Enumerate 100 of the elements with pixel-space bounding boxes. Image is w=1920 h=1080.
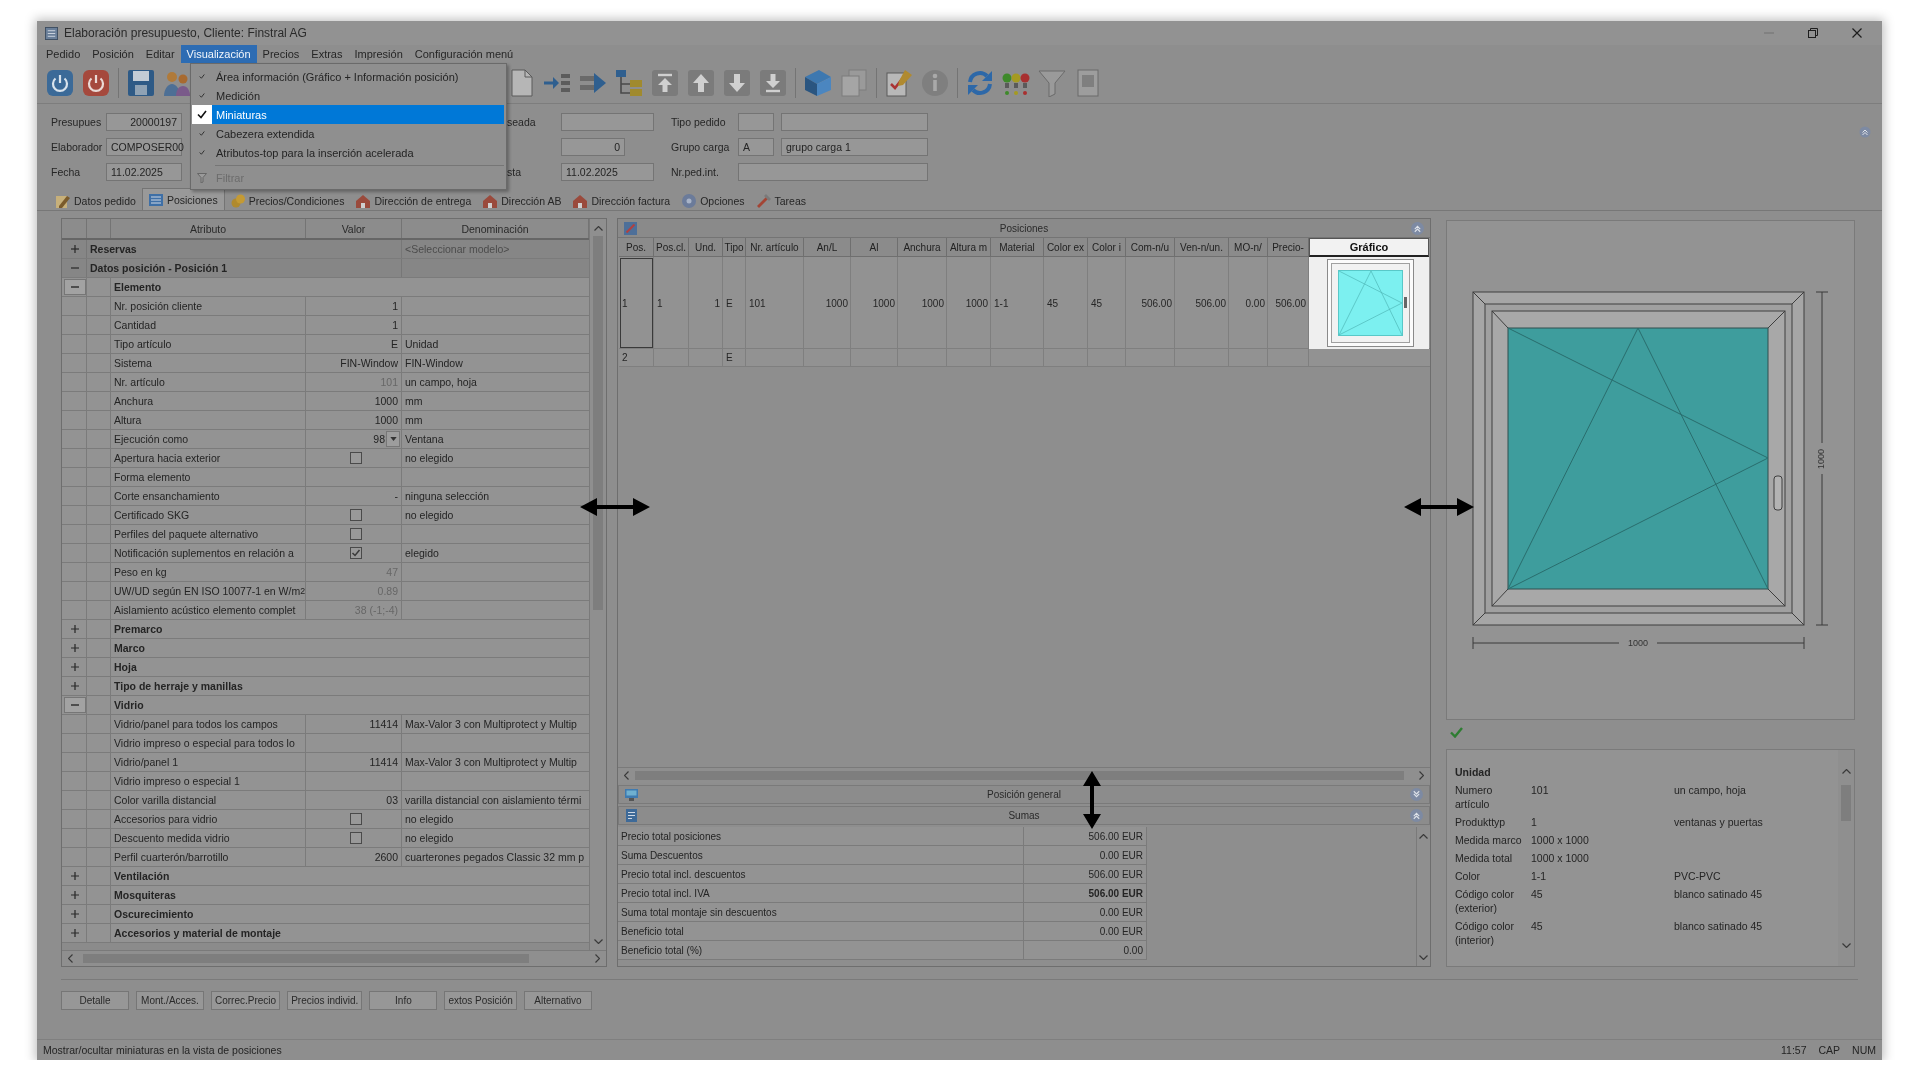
tab[interactable]: Opciones bbox=[676, 192, 751, 210]
panel-header-bar[interactable]: Posición general bbox=[618, 785, 1430, 804]
tab[interactable]: Dirección factura bbox=[567, 192, 677, 210]
input-field[interactable]: 11.02.2025 bbox=[561, 163, 654, 181]
info-icon[interactable] bbox=[921, 69, 949, 97]
checkbox[interactable] bbox=[350, 452, 362, 464]
scroll-up-icon[interactable] bbox=[593, 226, 603, 231]
clipboard-icon[interactable] bbox=[1074, 69, 1102, 97]
menu-item[interactable]: Visualización bbox=[180, 45, 257, 63]
checklist-icon[interactable] bbox=[885, 69, 913, 97]
value-cell[interactable]: FIN-Window bbox=[306, 354, 402, 372]
tab[interactable]: Precios/Condiciones bbox=[224, 192, 351, 210]
input-field[interactable]: COMPOSER00 bbox=[106, 138, 182, 156]
input-field[interactable]: A bbox=[738, 138, 774, 156]
scroll-up-icon[interactable] bbox=[1419, 834, 1428, 839]
input-field[interactable] bbox=[738, 113, 774, 131]
minus-icon[interactable] bbox=[70, 264, 79, 272]
scrollbar-thumb[interactable] bbox=[635, 771, 1404, 780]
column-header[interactable]: Gráfico bbox=[1309, 238, 1429, 257]
checkbox[interactable] bbox=[350, 832, 362, 844]
arrow-to-top-icon[interactable] bbox=[651, 69, 679, 97]
save-icon[interactable] bbox=[127, 69, 155, 97]
value-cell[interactable]: 2600 bbox=[306, 848, 402, 866]
checkbox[interactable] bbox=[350, 528, 362, 540]
scroll-up-icon[interactable] bbox=[1841, 769, 1851, 774]
vertical-scrollbar[interactable] bbox=[1838, 750, 1854, 966]
tree-icon[interactable] bbox=[615, 69, 643, 97]
column-header[interactable]: Nr. artículo bbox=[746, 238, 804, 257]
menu-item[interactable]: Posición bbox=[86, 45, 140, 63]
plus-icon[interactable] bbox=[70, 891, 79, 899]
column-header[interactable]: Color ex bbox=[1044, 238, 1088, 257]
refresh-icon[interactable] bbox=[966, 69, 994, 97]
column-header[interactable]: Pos. bbox=[619, 238, 654, 257]
column-header[interactable]: An/L bbox=[804, 238, 851, 257]
value-cell[interactable]: 03 bbox=[306, 791, 402, 809]
panel-header-bar[interactable]: Sumas bbox=[618, 806, 1430, 825]
scroll-down-icon[interactable] bbox=[593, 939, 603, 944]
checkbox[interactable] bbox=[350, 509, 362, 521]
menu-item[interactable]: Editar bbox=[139, 45, 181, 63]
input-field[interactable] bbox=[781, 113, 928, 131]
menu-item[interactable]: Configuración menú bbox=[408, 45, 520, 63]
menu-item[interactable]: Medición bbox=[212, 86, 504, 105]
value-cell[interactable]: - bbox=[306, 487, 402, 505]
plus-icon[interactable] bbox=[70, 872, 79, 880]
column-header[interactable]: Material bbox=[991, 238, 1044, 257]
plus-icon[interactable] bbox=[70, 625, 79, 633]
value-cell[interactable]: 1 bbox=[306, 297, 402, 315]
menu-item[interactable]: Impresión bbox=[348, 45, 409, 63]
diagonal-line-icon[interactable] bbox=[624, 221, 637, 235]
scroll-right-icon[interactable] bbox=[1419, 771, 1424, 780]
column-header[interactable]: Al bbox=[851, 238, 898, 257]
arrow-to-bottom-icon[interactable] bbox=[759, 69, 787, 97]
value-cell[interactable]: 1000 bbox=[306, 392, 402, 410]
tab[interactable]: Tareas bbox=[750, 192, 813, 210]
tab[interactable]: Dirección AB bbox=[477, 192, 568, 210]
menu-item[interactable]: Área información (Gráfico + Información posición) bbox=[212, 67, 504, 86]
close-icon[interactable] bbox=[1852, 28, 1862, 38]
chevron-icon[interactable] bbox=[1410, 788, 1423, 801]
value-cell[interactable]: 1 bbox=[306, 316, 402, 334]
plus-icon[interactable] bbox=[70, 663, 79, 671]
column-header[interactable]: Anchura bbox=[898, 238, 947, 257]
table-row[interactable]: 2 E bbox=[619, 349, 1430, 367]
action-button[interactable]: Precios individ. bbox=[287, 991, 363, 1010]
chevron-icon[interactable] bbox=[1410, 809, 1423, 822]
column-header[interactable]: Ven-n/un. bbox=[1175, 238, 1229, 257]
plus-icon[interactable] bbox=[70, 245, 79, 253]
plus-icon[interactable] bbox=[70, 644, 79, 652]
plus-icon[interactable] bbox=[70, 929, 79, 937]
column-header[interactable]: Com-n/u bbox=[1126, 238, 1175, 257]
arrow-down-icon[interactable] bbox=[723, 69, 751, 97]
value-cell[interactable]: 11414 bbox=[306, 715, 402, 733]
action-button[interactable]: Alternativo bbox=[523, 991, 592, 1010]
input-field[interactable]: 0 bbox=[561, 138, 625, 156]
power-icon[interactable] bbox=[82, 69, 110, 97]
arrow-up-icon[interactable] bbox=[687, 69, 715, 97]
scrollbar-thumb[interactable] bbox=[593, 236, 603, 610]
model-placeholder[interactable]: <Seleccionar modelo> bbox=[402, 240, 589, 258]
scroll-left-icon[interactable] bbox=[624, 771, 629, 780]
vertical-scrollbar[interactable] bbox=[1416, 827, 1430, 966]
plus-icon[interactable] bbox=[70, 910, 79, 918]
menu-item[interactable]: Cabezera extendida bbox=[212, 124, 504, 143]
scroll-left-icon[interactable] bbox=[68, 954, 73, 963]
menu-item[interactable]: Atributos-top para la inserción acelerada bbox=[212, 143, 504, 162]
action-button[interactable]: Mont./Acces. bbox=[136, 991, 204, 1010]
column-header[interactable]: Tipo bbox=[723, 238, 746, 257]
menu-item[interactable]: Extras bbox=[305, 45, 349, 63]
column-header[interactable]: Color i bbox=[1088, 238, 1126, 257]
action-button[interactable]: Correc.Precio bbox=[211, 991, 281, 1010]
input-field[interactable] bbox=[738, 163, 928, 181]
value-cell[interactable]: 11414 bbox=[306, 753, 402, 771]
tab[interactable]: Datos pedido bbox=[50, 192, 142, 210]
scroll-right-icon[interactable] bbox=[595, 954, 600, 963]
column-header[interactable]: Und. bbox=[689, 238, 723, 257]
plus-icon[interactable] bbox=[70, 682, 79, 690]
checkbox[interactable] bbox=[350, 547, 362, 559]
menu-item[interactable]: Pedido bbox=[40, 45, 87, 63]
restore-icon[interactable] bbox=[1808, 28, 1818, 38]
menu-item[interactable]: Precios bbox=[256, 45, 306, 63]
input-field[interactable]: 11.02.2025 bbox=[106, 163, 182, 181]
horizontal-scrollbar[interactable] bbox=[62, 950, 606, 966]
